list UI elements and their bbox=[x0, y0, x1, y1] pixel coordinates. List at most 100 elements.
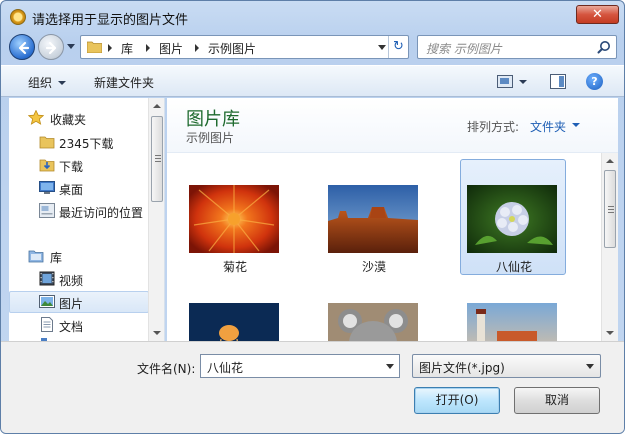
sidebar-item-libraries[interactable]: 库 bbox=[9, 245, 149, 267]
open-button[interactable]: 打开(O) bbox=[414, 387, 500, 414]
recent-pages-dropdown[interactable] bbox=[67, 44, 75, 49]
file-item-lighthouse[interactable] bbox=[460, 278, 566, 341]
pictures-icon bbox=[39, 295, 55, 308]
scroll-up-icon[interactable] bbox=[606, 159, 614, 163]
scroll-up-icon[interactable] bbox=[153, 104, 161, 108]
address-history-dropdown[interactable] bbox=[378, 45, 386, 50]
sidebar-item-downloads[interactable]: 下载 bbox=[9, 154, 149, 176]
chevron-down-icon[interactable] bbox=[586, 364, 594, 369]
sidebar-item-label: 库 bbox=[50, 251, 63, 265]
filename-combobox[interactable]: 八仙花 bbox=[200, 354, 400, 378]
search-icon[interactable] bbox=[597, 40, 611, 54]
arrange-by-label: 排列方式: bbox=[467, 120, 520, 134]
search-placeholder: 搜索 示例图片 bbox=[426, 42, 502, 56]
desktop-icon bbox=[39, 181, 55, 194]
file-item-hydrangeas[interactable]: 八仙花 bbox=[460, 159, 566, 275]
sidebar-item-label: 下载 bbox=[59, 160, 84, 174]
filename-label: 文件名(N): bbox=[137, 362, 196, 376]
jellyfish-thumbnail bbox=[189, 303, 279, 341]
document-icon bbox=[41, 317, 53, 332]
file-view-scroll-thumb[interactable] bbox=[604, 170, 616, 248]
view-options-dropdown[interactable] bbox=[519, 80, 527, 84]
sidebar-item-label: 最近访问的位置 bbox=[59, 206, 144, 220]
file-item-jellyfish[interactable] bbox=[182, 278, 288, 341]
chrysanthemum-thumbnail bbox=[189, 185, 279, 253]
breadcrumb-pictures[interactable]: 图片 bbox=[159, 40, 183, 57]
app-icon bbox=[10, 9, 26, 25]
filename-value[interactable]: 八仙花 bbox=[207, 359, 243, 376]
desert-thumbnail bbox=[328, 185, 418, 253]
file-open-dialog: 请选择用于显示的图片文件 ✕ 库 图片 示例图片 ↻ 搜索 示例图片 组织 新建… bbox=[0, 0, 625, 434]
organize-label: 组织 bbox=[28, 76, 53, 90]
library-subtitle: 示例图片 bbox=[186, 131, 235, 145]
sidebar-item-2345-downloads[interactable]: 2345下载 bbox=[9, 131, 149, 153]
hydrangeas-thumbnail bbox=[467, 185, 557, 253]
download-folder-icon bbox=[39, 159, 55, 172]
file-item-koala[interactable] bbox=[321, 278, 427, 341]
breadcrumb-separator[interactable] bbox=[108, 44, 112, 52]
back-button[interactable] bbox=[9, 34, 35, 60]
help-icon[interactable]: ? bbox=[586, 73, 603, 90]
sidebar-item-favorites[interactable]: 收藏夹 bbox=[9, 107, 149, 129]
folder-icon bbox=[39, 136, 55, 149]
preview-pane-icon[interactable] bbox=[550, 74, 566, 89]
star-icon bbox=[28, 110, 44, 125]
navigation-bar: 库 图片 示例图片 ↻ 搜索 示例图片 bbox=[1, 31, 624, 63]
sidebar-scrollbar[interactable] bbox=[148, 98, 164, 341]
file-view: 图片库 示例图片 排列方式: 文件夹 菊花 沙漠 八仙花 bbox=[167, 98, 618, 341]
chevron-down-icon[interactable] bbox=[386, 364, 394, 369]
library-header: 图片库 示例图片 排列方式: 文件夹 bbox=[167, 98, 618, 153]
library-title: 图片库 bbox=[186, 109, 240, 130]
file-name-label: 菊花 bbox=[222, 260, 247, 274]
breadcrumb-separator[interactable] bbox=[195, 44, 199, 52]
search-input[interactable]: 搜索 示例图片 bbox=[417, 35, 617, 59]
filetype-select[interactable]: 图片文件(*.jpg) bbox=[412, 354, 601, 378]
chevron-down-icon[interactable] bbox=[572, 123, 580, 127]
breadcrumb-sample-pictures[interactable]: 示例图片 bbox=[208, 40, 256, 57]
close-button[interactable]: ✕ bbox=[576, 5, 619, 24]
change-view-icon[interactable] bbox=[497, 75, 513, 88]
video-icon bbox=[39, 271, 55, 286]
sidebar-item-videos[interactable]: 视频 bbox=[9, 268, 149, 290]
window-title: 请选择用于显示的图片文件 bbox=[32, 13, 189, 28]
scroll-down-icon[interactable] bbox=[606, 331, 614, 335]
library-icon bbox=[28, 250, 44, 263]
command-toolbar: 组织 新建文件夹 ? bbox=[1, 65, 624, 97]
navigation-pane: 收藏夹 2345下载 下载 桌面 最近访问的位置 库 视频 图片 文档 bbox=[9, 98, 165, 341]
sidebar-item-label: 视频 bbox=[59, 274, 84, 288]
scroll-down-icon[interactable] bbox=[153, 331, 161, 335]
sidebar-item-recent-places[interactable]: 最近访问的位置 bbox=[9, 200, 149, 222]
file-item-desert[interactable]: 沙漠 bbox=[321, 160, 427, 276]
file-name-label: 沙漠 bbox=[361, 260, 386, 274]
file-name-label: 八仙花 bbox=[495, 260, 532, 274]
sidebar-item-label: 文档 bbox=[59, 320, 84, 334]
lighthouse-thumbnail bbox=[467, 303, 557, 341]
sidebar-item-label: 2345下载 bbox=[59, 137, 114, 151]
recent-places-icon bbox=[39, 203, 55, 218]
sidebar-item-pictures[interactable]: 图片 bbox=[9, 291, 149, 313]
file-item-chrysanthemum[interactable]: 菊花 bbox=[182, 160, 288, 276]
breadcrumb-library[interactable]: 库 bbox=[121, 40, 133, 57]
refresh-button[interactable]: ↻ bbox=[388, 36, 408, 58]
arrow-right-icon bbox=[45, 41, 57, 55]
sidebar-item-label: 桌面 bbox=[59, 183, 84, 197]
arrange-by-dropdown[interactable]: 文件夹 bbox=[530, 118, 566, 135]
breadcrumb-separator[interactable] bbox=[146, 44, 150, 52]
forward-button[interactable] bbox=[38, 34, 64, 60]
sidebar-item-documents[interactable]: 文档 bbox=[9, 314, 149, 336]
folder-icon bbox=[87, 41, 102, 53]
new-folder-button[interactable]: 新建文件夹 bbox=[94, 74, 154, 91]
sidebar-scroll-thumb[interactable] bbox=[151, 116, 163, 202]
filetype-value: 图片文件(*.jpg) bbox=[419, 361, 505, 375]
sidebar-item-label: 收藏夹 bbox=[50, 113, 87, 127]
file-view-scrollbar[interactable] bbox=[601, 153, 618, 341]
dialog-footer: 文件名(N): 八仙花 图片文件(*.jpg) 打开(O) 取消 bbox=[1, 341, 624, 433]
sidebar-item-label: 图片 bbox=[59, 297, 84, 311]
sidebar-item-desktop[interactable]: 桌面 bbox=[9, 177, 149, 199]
chevron-down-icon bbox=[58, 81, 67, 85]
title-bar: 请选择用于显示的图片文件 ✕ bbox=[1, 1, 624, 31]
organize-menu-button[interactable]: 组织 bbox=[28, 74, 67, 91]
koala-thumbnail bbox=[328, 303, 418, 341]
cancel-button[interactable]: 取消 bbox=[514, 387, 600, 414]
address-bar[interactable]: 库 图片 示例图片 ↻ bbox=[80, 35, 409, 59]
